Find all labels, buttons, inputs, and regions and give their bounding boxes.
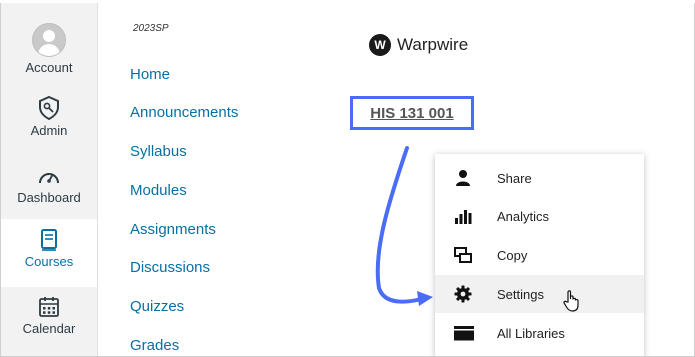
cropped-header: [0, 0, 695, 3]
screenshot-frame: Account Admin Dashboard Courses Calendar…: [0, 0, 695, 357]
annotation-arrow: [375, 146, 433, 306]
